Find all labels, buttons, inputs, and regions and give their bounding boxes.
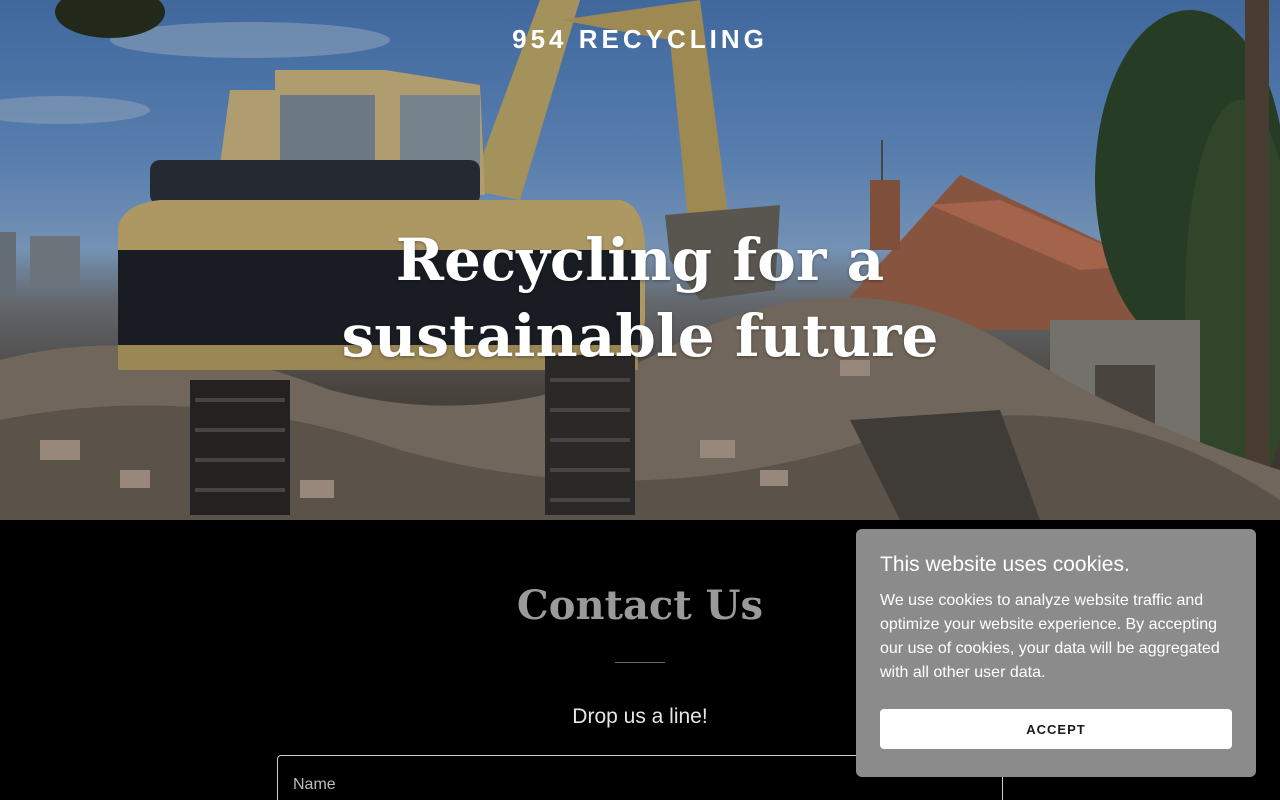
accept-cookies-button[interactable]: ACCEPT [880,709,1232,749]
hero-title: Recycling for a sustainable future [341,226,939,370]
cookie-banner-title: This website uses cookies. [880,553,1130,576]
cookie-banner: This website uses cookies. We use cookie… [856,529,1256,777]
hero-section: 954 RECYCLING Recycling for a sustainabl… [0,0,1280,520]
cookie-banner-text: We use cookies to analyze website traffi… [880,592,1220,681]
section-divider [615,662,665,663]
site-brand[interactable]: 954 RECYCLING [0,24,1280,55]
